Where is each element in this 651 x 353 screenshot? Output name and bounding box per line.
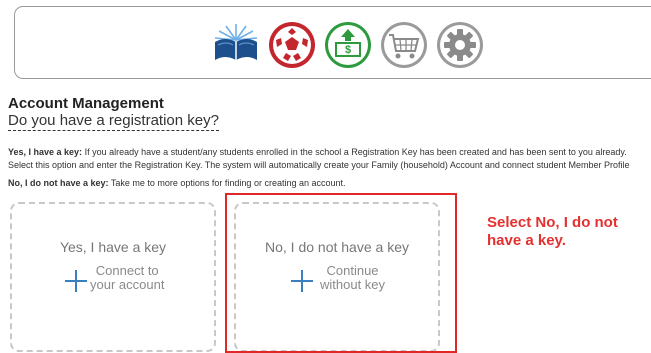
card-subtitle-line1: Connect to [95,263,159,278]
annotation-line1: Select No, I do not [487,214,618,231]
soccer-ball-icon[interactable] [267,20,317,70]
yes-key-card[interactable]: Yes, I have a key Connect to your accoun… [10,202,216,352]
icon-row: $ [211,20,485,70]
yes-option-description: Yes, I have a key: If you already have a… [8,147,627,158]
annotation-highlight-box [225,193,457,353]
shopping-cart-icon[interactable] [379,20,429,70]
no-option-label: No, I do not have a key: [8,178,109,188]
yes-option-text-line2: Select this option and enter the Registr… [8,160,630,170]
yes-option-text-line1: If you already have a student/any studen… [82,147,627,157]
card-title: Yes, I have a key [59,239,167,255]
gear-icon[interactable] [435,20,485,70]
registration-key-question: Do you have a registration key? [8,112,219,131]
annotation-line2: have a key. [487,232,566,249]
page-title: Account Management [8,95,164,112]
yes-option-label: Yes, I have a key: [8,147,83,157]
money-icon[interactable]: $ [323,20,373,70]
card-subtitle-line2: your account [90,277,165,292]
no-option-text: Take me to more options for finding or c… [108,178,346,188]
plus-icon [65,270,87,292]
annotation-callout: Select No, I do not have a key. [487,214,647,250]
no-option-description: No, I do not have a key: Take me to more… [8,178,346,189]
book-icon[interactable] [211,20,261,70]
svg-text:$: $ [345,44,351,56]
app-icon-bar: $ [14,6,651,79]
card-subtitle: Connect to your account [90,264,164,292]
